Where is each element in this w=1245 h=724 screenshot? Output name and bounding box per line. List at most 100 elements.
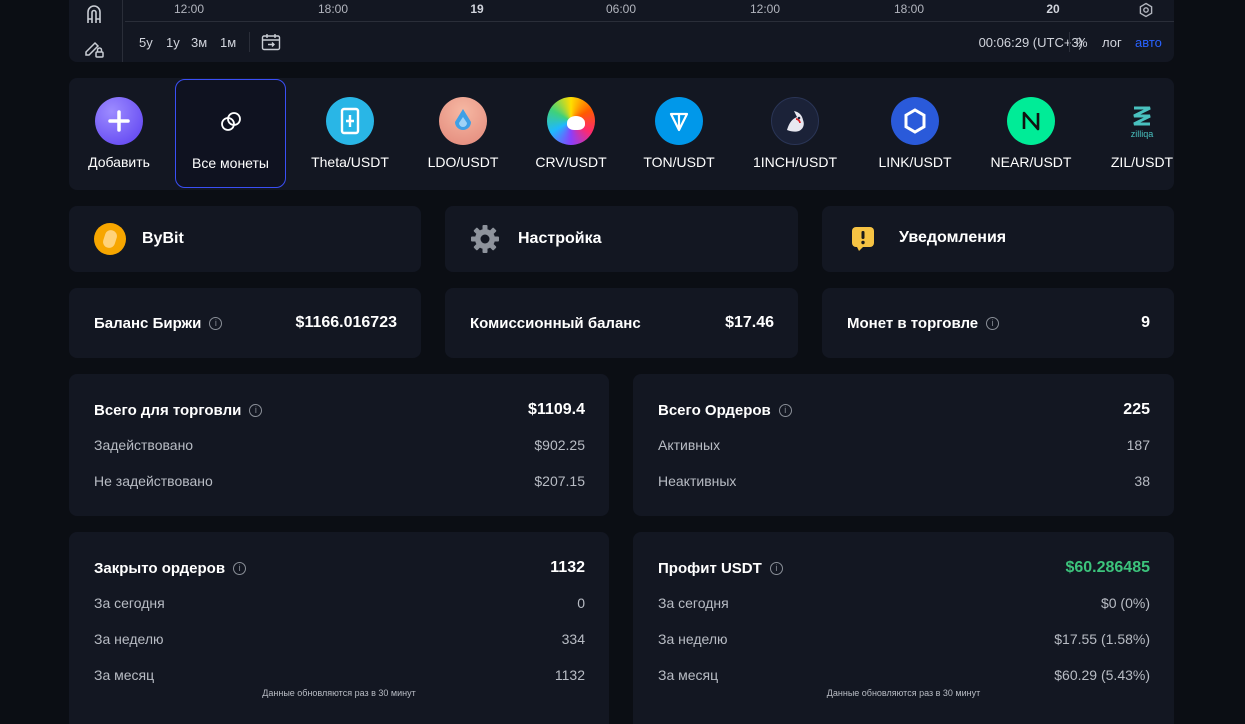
near-logo-icon bbox=[1007, 97, 1055, 145]
coin-link[interactable]: LINK/USDT bbox=[860, 78, 970, 190]
range-3m-button[interactable]: 3м bbox=[191, 35, 207, 50]
add-coin-button[interactable]: Добавить bbox=[69, 78, 169, 190]
orders-total-card: Всего Ордеров i 225 Активных 187 Неактивн… bbox=[633, 374, 1174, 516]
profit-month-value: $60.29 (5.43%) bbox=[1054, 667, 1150, 683]
coin-crv[interactable]: CRV/USDT bbox=[516, 78, 626, 190]
commission-balance-card: Комиссионный баланс $17.46 bbox=[445, 288, 798, 358]
info-icon[interactable]: i bbox=[209, 316, 223, 330]
info-icon[interactable]: i bbox=[249, 403, 263, 417]
trading-total-card: Всего для торговли i $1109.4 Задействован… bbox=[69, 374, 609, 516]
coin-theta[interactable]: Theta/USDT bbox=[295, 78, 405, 190]
coin-label: ZIL/USDT bbox=[1110, 154, 1174, 170]
exchange-balance-title: Баланс Биржи i bbox=[94, 315, 223, 332]
coin-label: 1INCH/USDT bbox=[752, 154, 837, 170]
chainlink-logo-icon bbox=[891, 97, 939, 145]
info-icon[interactable]: i bbox=[986, 316, 1000, 330]
exchange-balance-card: Баланс Биржи i $1166.016723 bbox=[69, 288, 421, 358]
gear-icon bbox=[471, 225, 499, 253]
time-tick: 12:00 bbox=[173, 2, 205, 16]
info-icon[interactable]: i bbox=[233, 561, 247, 575]
theta-logo-icon bbox=[326, 97, 374, 145]
closed-orders-value: 1132 bbox=[550, 559, 585, 576]
percent-scale-button[interactable]: % bbox=[1076, 35, 1088, 50]
coin-ton[interactable]: TON/USDT bbox=[624, 78, 734, 190]
coin-ldo[interactable]: LDO/USDT bbox=[408, 78, 518, 190]
trading-total-value: $1109.4 bbox=[528, 401, 585, 418]
coin-near[interactable]: NEAR/USDT bbox=[976, 78, 1086, 190]
clock-readout[interactable]: 00:06:29 (UTC+3) bbox=[979, 35, 1083, 50]
log-scale-button[interactable]: лог bbox=[1102, 35, 1122, 50]
info-icon[interactable]: i bbox=[778, 403, 792, 417]
coins-in-trade-label: Монет в торговле bbox=[847, 315, 979, 332]
profit-card: Профит USDT i $60.286485 За сегодня $0 (0… bbox=[633, 532, 1174, 724]
toolbar-separator bbox=[1069, 32, 1070, 52]
closed-orders-card: Закрыто ордеров i 1132 За сегодня 0 За не… bbox=[69, 532, 609, 724]
auto-scale-button[interactable]: авто bbox=[1135, 35, 1162, 50]
update-note: Данные обновляются раз в 30 минут bbox=[262, 688, 416, 698]
bybit-coin-icon bbox=[94, 223, 126, 255]
profit-label: Профит USDT bbox=[658, 560, 762, 577]
toolbar-separator bbox=[249, 32, 250, 52]
range-1y-button[interactable]: 1y bbox=[166, 35, 180, 50]
orders-total-value: 225 bbox=[1123, 401, 1150, 418]
exchange-name: ByBit bbox=[142, 230, 184, 247]
lock-drawings-icon[interactable] bbox=[83, 37, 105, 59]
time-tick: 18:00 bbox=[317, 2, 349, 16]
notifications-card[interactable]: Уведомления bbox=[822, 206, 1174, 272]
active-orders-label: Активных bbox=[658, 437, 721, 453]
toolbar-divider bbox=[122, 0, 123, 62]
lido-logo-icon bbox=[439, 97, 487, 145]
exchange-balance-value: $1166.016723 bbox=[295, 314, 397, 331]
time-tick: 12:00 bbox=[749, 2, 781, 16]
1inch-logo-icon bbox=[771, 97, 819, 145]
orders-total-title: Всего Ордеров i bbox=[658, 402, 792, 419]
zilliqa-logo-icon: zilliqa bbox=[1118, 97, 1166, 145]
range-1m-button[interactable]: 1м bbox=[220, 35, 236, 50]
notifications-label: Уведомления bbox=[899, 229, 1007, 246]
curve-logo-icon bbox=[547, 97, 595, 145]
exchange-card[interactable]: ByBit bbox=[69, 206, 421, 272]
time-tick: 06:00 bbox=[605, 2, 637, 16]
settings-card[interactable]: Настройка bbox=[445, 206, 798, 272]
magnet-icon[interactable] bbox=[83, 3, 105, 25]
coin-1inch[interactable]: 1INCH/USDT bbox=[740, 78, 850, 190]
trading-total-title: Всего для торговли i bbox=[94, 402, 263, 419]
inactive-orders-label: Неактивных bbox=[658, 473, 737, 489]
coins-in-trade-value: 9 bbox=[1141, 314, 1150, 331]
coin-zil[interactable]: zilliqa ZIL/USDT bbox=[1092, 78, 1174, 190]
range-5y-button[interactable]: 5y bbox=[139, 35, 153, 50]
zilliqa-logo-text: zilliqa bbox=[1130, 128, 1154, 139]
coin-label: TON/USDT bbox=[643, 154, 715, 170]
profit-week-value: $17.55 (1.58%) bbox=[1054, 631, 1150, 647]
chart-toolbar: 12:00 18:00 19 06:00 12:00 18:00 20 5y 1… bbox=[69, 0, 1174, 62]
curve-logo-shape bbox=[567, 116, 585, 130]
closed-month-label: За месяц bbox=[94, 667, 155, 683]
all-coins-tab[interactable]: Все монеты bbox=[175, 79, 286, 188]
closed-orders-title: Закрыто ордеров i bbox=[94, 560, 247, 577]
trading-total-label: Всего для торговли bbox=[94, 402, 242, 419]
profit-today-label: За сегодня bbox=[658, 595, 729, 611]
warning-icon bbox=[852, 227, 874, 251]
coins-icon bbox=[207, 98, 255, 146]
commission-balance-label: Комиссионный баланс bbox=[470, 315, 641, 332]
time-tick: 19 bbox=[470, 2, 484, 16]
coin-label: LINK/USDT bbox=[878, 154, 952, 170]
info-icon[interactable]: i bbox=[769, 561, 783, 575]
settings-label: Настройка bbox=[518, 230, 602, 247]
update-note: Данные обновляются раз в 30 минут bbox=[826, 688, 981, 698]
time-tick: 20 bbox=[1046, 2, 1060, 16]
coin-label: Все монеты bbox=[192, 155, 269, 171]
time-tick: 18:00 bbox=[893, 2, 925, 16]
coin-label: Theta/USDT bbox=[311, 154, 389, 170]
closed-week-label: За неделю bbox=[94, 631, 164, 647]
profit-total-value: $60.286485 bbox=[1065, 559, 1150, 576]
engaged-value: $902.25 bbox=[534, 437, 585, 453]
not-engaged-label: Не задействовано bbox=[94, 473, 213, 489]
calendar-range-icon[interactable] bbox=[261, 33, 281, 51]
profit-title: Профит USDT i bbox=[658, 560, 783, 577]
profit-today-value: $0 (0%) bbox=[1100, 595, 1150, 611]
profit-month-label: За месяц bbox=[658, 667, 719, 683]
settings-icon[interactable] bbox=[1138, 2, 1154, 18]
inactive-orders-value: 38 bbox=[1134, 473, 1150, 489]
coins-in-trade-card: Монет в торговле i 9 bbox=[822, 288, 1174, 358]
